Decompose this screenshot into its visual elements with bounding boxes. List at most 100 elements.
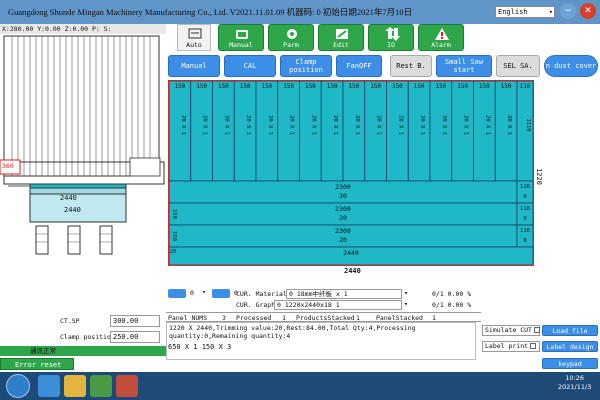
simulate-cut-checkbox[interactable]: Simulate CUT <box>482 325 540 336</box>
strip-panel <box>364 81 387 182</box>
clamp-position-field[interactable]: 250.00 <box>110 331 160 343</box>
row-right-label-2: 0 <box>523 194 526 200</box>
strip-top-label: 150 <box>479 83 490 90</box>
cal-button[interactable]: CAL <box>224 55 276 77</box>
strip-panel <box>255 81 279 182</box>
machine-view: 2440 2440 360 <box>0 34 166 316</box>
strip-panel <box>233 81 257 182</box>
strip-side-label: 20 X 1 <box>376 115 382 135</box>
panel-stacked-value: 1 <box>432 314 436 322</box>
clamp-position-label: Clamp position <box>60 333 115 341</box>
strip-side-label: 20 X 1 <box>463 115 469 135</box>
graph-label: CUR. Graph <box>236 301 276 309</box>
dust-cover-button[interactable]: n dust cover <box>544 55 598 77</box>
layout-width-dimension: 2440 <box>344 267 361 275</box>
dimensions-summary: 650 X 1 150 X 3 <box>168 343 232 351</box>
rest-b-button[interactable]: Rest B. <box>390 55 432 77</box>
ie-icon[interactable] <box>38 375 60 397</box>
manual-tool-button[interactable]: Manual <box>218 24 264 51</box>
products-stacked-label: ProductsStacked <box>296 314 355 322</box>
parm-tool-label: Parm <box>283 41 299 49</box>
manual-button[interactable]: Manual <box>168 55 220 77</box>
label-print-label: Label print <box>485 342 529 350</box>
load-file-button[interactable]: Load file <box>542 325 598 336</box>
strip-panel <box>169 81 192 182</box>
edit-icon <box>336 29 348 39</box>
strip-side-label: 20 X 1 <box>180 115 186 135</box>
row-bottom-label: 20 <box>339 192 347 200</box>
strip-top-label: 150 <box>435 83 446 90</box>
window-title: Guangdong Shunde Mingan Machinery Manufa… <box>8 7 413 17</box>
select-1-arrow-icon[interactable]: ▾ <box>202 288 206 296</box>
machine-drawing <box>0 35 165 255</box>
material-arrow-icon[interactable]: ▾ <box>404 289 408 297</box>
row-top-label: 2300 <box>335 227 351 235</box>
strip-panel <box>429 81 453 182</box>
parm-tool-button[interactable]: Parm <box>268 24 314 51</box>
graph-value: 0 1220x2440x18 1 <box>277 301 340 309</box>
auto-icon <box>188 28 202 39</box>
gear-icon <box>287 29 297 39</box>
minimize-button[interactable]: − <box>560 3 576 19</box>
strip-side-label: 20 X 1 <box>484 115 490 135</box>
app2-icon[interactable] <box>116 375 138 397</box>
small-saw-start-button[interactable]: Small Saw start <box>436 55 492 77</box>
keypad-button[interactable]: keypad <box>542 358 598 369</box>
io-tool-label: IO <box>387 41 395 49</box>
io-tool-button[interactable]: IO <box>368 24 414 51</box>
tray-clock[interactable]: 10:26 2021/11/3 <box>558 374 591 392</box>
start-button[interactable] <box>6 374 30 398</box>
app-icon[interactable] <box>90 375 112 397</box>
tray-time: 10:26 <box>565 374 585 382</box>
clamp-position-button[interactable]: Clamp position <box>280 55 332 77</box>
strip-side-label: 20 X 1 <box>506 115 512 135</box>
auto-button[interactable]: Auto <box>177 24 211 51</box>
select-1-button[interactable] <box>168 289 186 298</box>
strip-top-label: 150 <box>196 83 207 90</box>
ct-sp-field[interactable]: 300.00 <box>110 315 160 327</box>
select-2-button[interactable] <box>212 289 230 298</box>
row-top-label: 2300 <box>335 205 351 213</box>
layout-drawing: 150 20 X 1 150 20 X 1 150 20 X 1 150 20 X 1 150 2… <box>169 81 533 265</box>
fan-off-button[interactable]: FanOFF <box>336 55 382 77</box>
strip-side-label: 20 X 1 <box>332 115 338 135</box>
strip-panel <box>451 81 474 182</box>
strip-panel <box>386 81 409 182</box>
strip-side-label: 20 X 1 <box>419 115 425 135</box>
folder-icon[interactable] <box>64 375 86 397</box>
strip-top-label: 150 <box>327 83 338 90</box>
strip-panel <box>212 81 235 182</box>
label-design-button[interactable]: Label design <box>542 341 598 352</box>
strip-side-label: 20 X 1 <box>289 115 295 135</box>
sel-sa-button[interactable]: SEL SA. <box>496 55 540 77</box>
label-print-checkbox[interactable]: Label print <box>482 341 540 352</box>
row-right-label: 116 <box>520 184 530 190</box>
material-label: CUR. Material <box>236 290 287 298</box>
machine-stack-label-bottom: 2440 <box>64 206 81 214</box>
ct-sp-label: CT.SP <box>60 317 80 325</box>
machine-stack-label-top: 2440 <box>60 194 77 202</box>
graph-arrow-icon[interactable]: ▾ <box>404 300 408 308</box>
row-left-label: 150 <box>171 231 177 241</box>
error-reset-button[interactable]: Error reset <box>0 358 74 370</box>
row-bottom-label: 20 <box>339 236 347 244</box>
strip-top-label: 150 <box>283 83 294 90</box>
language-select[interactable]: English ▾ <box>495 6 555 18</box>
strip-panel <box>299 81 322 182</box>
alarm-tool-button[interactable]: Alarm <box>418 24 464 51</box>
strip-panel <box>277 81 300 182</box>
material-value: 0 18mm中纤板 x 1 <box>289 290 348 298</box>
strip-top-label: 150 <box>370 83 381 90</box>
material-select[interactable]: 0 18mm中纤板 x 1 <box>286 289 402 299</box>
language-value: English <box>498 8 528 16</box>
close-button[interactable]: ✕ <box>580 3 596 19</box>
strip-side-label: 1110 <box>525 118 531 131</box>
strip-top-label: 150 <box>392 83 403 90</box>
auto-label: Auto <box>186 41 202 49</box>
panel-stacked-label: PanelStacked <box>376 314 423 322</box>
layout-height-dimension: 1220 <box>535 168 543 185</box>
edit-tool-button[interactable]: Edit <box>318 24 364 51</box>
strip-top-label: 150 <box>261 83 272 90</box>
graph-select[interactable]: 0 1220x2440x18 1 <box>274 300 402 310</box>
strip-side-label: 20 X 1 <box>310 115 316 135</box>
